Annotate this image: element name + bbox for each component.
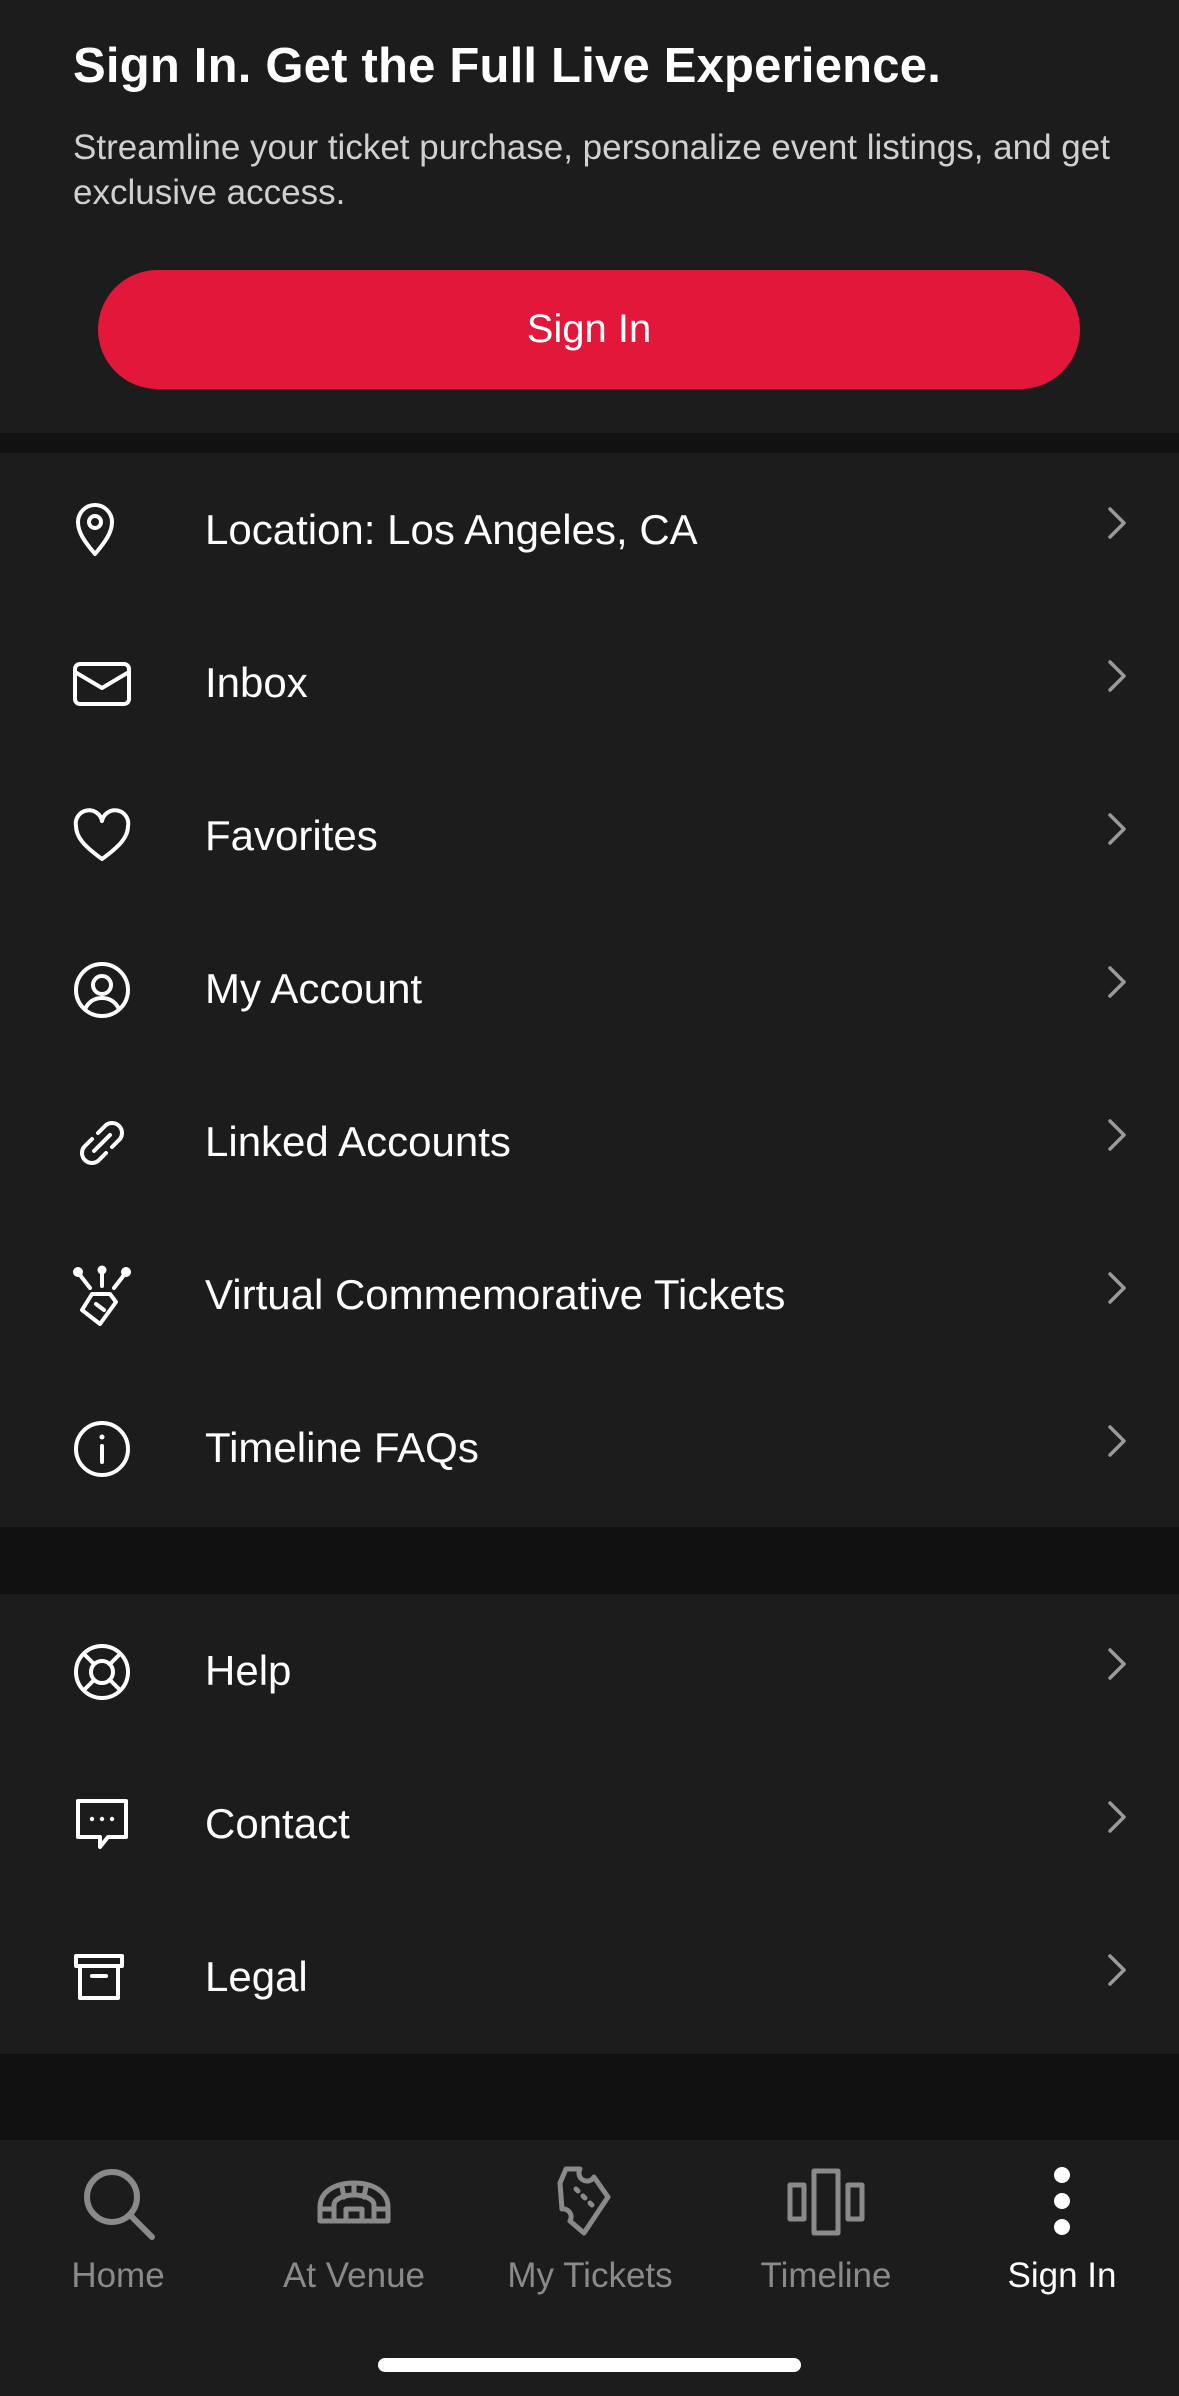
menu-item-label: Legal	[205, 1952, 308, 2000]
chevron-right-icon	[1096, 809, 1136, 849]
chevron-right-icon	[1096, 1950, 1136, 1990]
menu-item-contact[interactable]: Contact	[0, 1747, 1179, 1900]
menu-item-my-account[interactable]: My Account	[0, 912, 1179, 1065]
menu-item-label: Timeline FAQs	[205, 1423, 479, 1471]
home-indicator	[378, 2358, 801, 2372]
menu-item-label: Location: Los Angeles, CA	[205, 505, 698, 553]
commemorative-ticket-icon	[70, 1264, 134, 1328]
chevron-right-icon	[1096, 1644, 1136, 1684]
menu-item-label: My Account	[205, 964, 423, 1012]
chevron-right-icon	[1096, 1797, 1136, 1837]
tab-label: At Venue	[282, 2256, 426, 2295]
menu-item-help[interactable]: Help	[0, 1594, 1179, 1747]
tab-home[interactable]: Home	[0, 2140, 236, 2330]
menu-item-virtual-commemorative-tickets[interactable]: Virtual Commemorative Tickets	[0, 1218, 1179, 1371]
tab-label: Sign In	[1007, 2256, 1117, 2295]
tab-at-venue[interactable]: At Venue	[236, 2140, 472, 2330]
menu-item-label: Help	[205, 1646, 292, 1694]
chevron-right-icon	[1096, 503, 1136, 543]
mail-icon	[70, 652, 134, 716]
tab-my-tickets[interactable]: My Tickets	[472, 2140, 708, 2330]
search-icon	[78, 2163, 158, 2243]
timeline-icon	[786, 2163, 866, 2243]
chevron-right-icon	[1096, 1115, 1136, 1155]
menu-item-inbox[interactable]: Inbox	[0, 606, 1179, 759]
archive-box-icon	[70, 1946, 134, 2010]
menu-item-location[interactable]: Location: Los Angeles, CA	[0, 453, 1179, 606]
more-vertical-icon	[1022, 2163, 1102, 2243]
tab-label: Timeline	[760, 2256, 892, 2295]
chevron-right-icon	[1096, 962, 1136, 1002]
menu-item-linked-accounts[interactable]: Linked Accounts	[0, 1065, 1179, 1218]
user-circle-icon	[70, 958, 134, 1022]
menu-section-secondary: Help Contact Legal	[0, 1594, 1179, 2054]
chevron-right-icon	[1096, 1268, 1136, 1308]
tab-timeline[interactable]: Timeline	[708, 2140, 944, 2330]
menu-item-favorites[interactable]: Favorites	[0, 759, 1179, 912]
menu-item-legal[interactable]: Legal	[0, 1900, 1179, 2053]
stadium-icon	[314, 2163, 394, 2243]
sign-in-button[interactable]: Sign In	[98, 270, 1080, 389]
link-icon	[70, 1111, 134, 1175]
promo-title: Sign In. Get the Full Live Experience.	[73, 39, 942, 93]
menu-item-label: Inbox	[205, 658, 308, 706]
tab-label: My Tickets	[507, 2256, 673, 2295]
lifebuoy-icon	[70, 1640, 134, 1704]
signin-promo: Sign In. Get the Full Live Experience. S…	[0, 0, 1179, 433]
tab-sign-in[interactable]: Sign In	[944, 2140, 1179, 2330]
promo-subtitle: Streamline your ticket purchase, persona…	[73, 128, 1110, 212]
menu-item-label: Linked Accounts	[205, 1117, 511, 1165]
menu-item-label: Contact	[205, 1799, 350, 1847]
tab-label: Home	[71, 2256, 165, 2295]
chat-bubble-icon	[70, 1793, 134, 1857]
menu-section-primary: Location: Los Angeles, CA Inbox Favorite…	[0, 453, 1179, 1527]
ticket-icon	[550, 2163, 630, 2243]
menu-item-timeline-faqs[interactable]: Timeline FAQs	[0, 1371, 1179, 1524]
menu-item-label: Favorites	[205, 811, 378, 859]
location-pin-icon	[70, 499, 134, 563]
more-menu-screen: Sign In. Get the Full Live Experience. S…	[0, 0, 1179, 2396]
chevron-right-icon	[1096, 656, 1136, 696]
info-icon	[70, 1417, 134, 1481]
chevron-right-icon	[1096, 1421, 1136, 1461]
menu-item-label: Virtual Commemorative Tickets	[205, 1270, 786, 1318]
heart-icon	[70, 805, 134, 869]
